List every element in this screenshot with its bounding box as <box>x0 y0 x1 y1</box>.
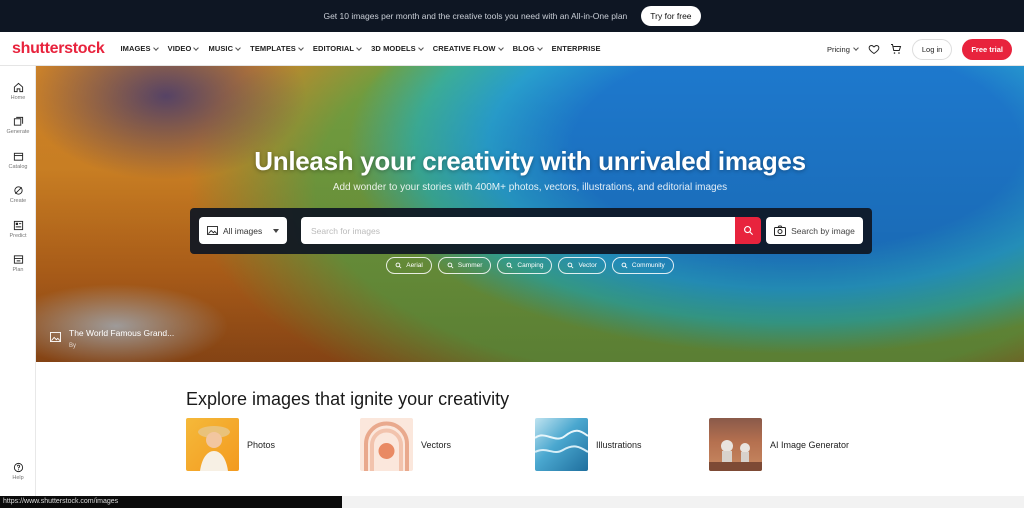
promo-text: Get 10 images per month and the creative… <box>323 11 628 21</box>
explore-heading: Explore images that ignite your creativi… <box>186 389 510 409</box>
ai-generator-thumbnail <box>709 418 762 471</box>
chevron-down-icon <box>536 44 543 51</box>
hero-banner: Unleash your creativity with unrivaled i… <box>36 66 1024 362</box>
rail-item-create[interactable]: Create <box>0 185 36 204</box>
search-icon <box>395 262 402 269</box>
main-menu: IMAGES VIDEO MUSIC TEMPLATES EDITORIAL 3… <box>120 44 600 53</box>
search-by-image-button[interactable]: Search by image <box>766 217 863 244</box>
search-icon <box>743 226 753 236</box>
chevron-down-icon <box>356 44 362 51</box>
catalog-icon <box>13 152 23 161</box>
create-icon <box>13 186 23 195</box>
promo-banner: Get 10 images per month and the creative… <box>0 0 1024 32</box>
pricing-menu[interactable]: Pricing <box>827 45 859 54</box>
astronaut-scene-illustration <box>709 440 762 471</box>
chevron-down-icon <box>417 44 424 51</box>
home-icon <box>13 82 23 93</box>
tile-illustrations[interactable]: Illustrations <box>535 418 642 471</box>
credit-title: The World Famous Grand... <box>69 328 175 338</box>
ocean-illustration <box>535 429 588 453</box>
page-bottom-strip <box>342 496 1024 508</box>
suggestion-chips: Aerial Summer Camping Vector Community <box>36 257 1024 274</box>
tile-vectors[interactable]: Vectors <box>360 418 451 471</box>
nav-item-enterprise[interactable]: ENTERPRISE <box>552 44 601 53</box>
try-for-free-button[interactable]: Try for free <box>641 6 701 26</box>
plan-icon <box>13 255 23 264</box>
arch-vector-illustration <box>364 421 409 471</box>
tile-photos[interactable]: Photos <box>186 418 275 471</box>
help-icon <box>13 462 23 473</box>
image-icon <box>207 226 218 235</box>
search-icon <box>447 262 454 269</box>
vectors-thumbnail <box>360 418 413 471</box>
image-credit[interactable]: The World Famous Grand... By <box>50 328 174 349</box>
nav-item-3d-models[interactable]: 3D MODELS <box>371 44 424 53</box>
rail-item-home[interactable]: Home <box>0 82 36 101</box>
hero-subtitle: Add wonder to your stories with 400M+ ph… <box>332 182 728 193</box>
heart-icon[interactable] <box>868 43 880 55</box>
chip-aerial[interactable]: Aerial <box>386 257 432 274</box>
nav-item-video[interactable]: VIDEO <box>168 44 200 53</box>
camera-icon <box>774 225 787 236</box>
credit-author: By <box>69 343 77 349</box>
tile-ai-image-generator[interactable]: AI Image Generator <box>709 418 849 471</box>
search-icon <box>507 262 513 269</box>
chevron-down-icon <box>235 44 241 51</box>
chip-summer[interactable]: Summer <box>437 257 492 274</box>
chip-camping[interactable]: Camping <box>497 257 553 274</box>
chevron-down-icon <box>152 44 159 51</box>
browser-status-url: https://www.shutterstock.com/images <box>0 496 342 508</box>
nav-actions: Pricing Log in Free trial <box>827 32 1012 66</box>
rail-item-plan[interactable]: Plan <box>0 254 36 273</box>
nav-item-creative-flow[interactable]: CREATIVE FLOW <box>433 44 504 53</box>
chevron-down-icon <box>193 44 200 51</box>
left-rail: Home Generate Catalog Create Predict Pla… <box>0 66 36 496</box>
rail-item-generate[interactable]: Generate <box>0 116 36 135</box>
category-select[interactable]: All images <box>199 217 287 244</box>
nav-item-editorial[interactable]: EDITORIAL <box>313 44 362 53</box>
caret-down-icon <box>273 229 279 233</box>
nav-item-blog[interactable]: BLOG <box>513 44 543 53</box>
login-button[interactable]: Log in <box>911 38 953 60</box>
chevron-down-icon <box>853 45 859 51</box>
rail-item-help[interactable]: Help <box>0 462 36 481</box>
free-trial-button[interactable]: Free trial <box>962 38 1012 60</box>
nav-item-templates[interactable]: TEMPLATES <box>250 44 304 53</box>
predict-icon <box>13 220 23 231</box>
search-icon <box>621 262 628 269</box>
photos-thumbnail <box>186 418 239 471</box>
woman-photo-illustration <box>198 426 230 471</box>
rail-item-predict[interactable]: Predict <box>0 220 36 239</box>
shutterstock-logo[interactable]: shutterstock <box>12 40 105 58</box>
hero-title: Unleash your creativity with unrivaled i… <box>254 146 806 176</box>
rail-item-catalog[interactable]: Catalog <box>0 151 36 170</box>
search-icon <box>568 262 574 269</box>
chevron-down-icon <box>497 44 504 51</box>
search-button[interactable] <box>735 217 761 244</box>
chip-vector[interactable]: Vector <box>558 257 606 274</box>
nav-item-music[interactable]: MUSIC <box>208 44 241 53</box>
search-input[interactable] <box>301 217 735 244</box>
nav-item-images[interactable]: IMAGES <box>120 44 159 53</box>
illustrations-thumbnail <box>535 418 588 471</box>
cart-icon[interactable] <box>890 43 902 55</box>
image-icon <box>50 332 61 342</box>
chevron-down-icon <box>298 44 304 51</box>
search-bar: All images Search by image <box>190 208 872 254</box>
top-navigation: shutterstock IMAGES VIDEO MUSIC TEMPLATE… <box>0 32 1024 66</box>
chip-community[interactable]: Community <box>611 257 674 274</box>
generate-icon <box>13 116 23 126</box>
